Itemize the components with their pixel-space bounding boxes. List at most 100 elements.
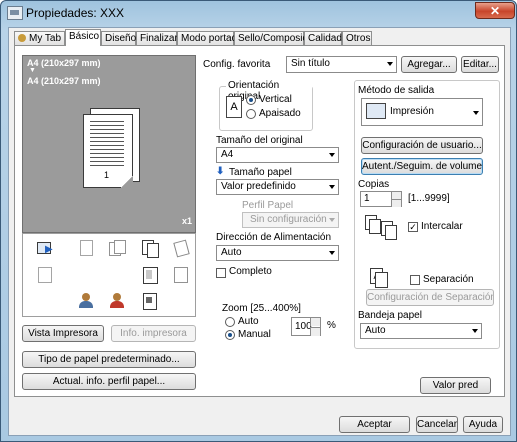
chevron-down-icon bbox=[473, 111, 479, 115]
feed-direction-value: Auto bbox=[221, 247, 242, 258]
combine-icon[interactable] bbox=[142, 267, 158, 284]
spin-down-icon[interactable] bbox=[391, 199, 401, 207]
zoom-label: Zoom [25...400%] bbox=[222, 303, 301, 314]
printer-info-button[interactable]: Info. impresora bbox=[111, 325, 196, 342]
spin-down-icon[interactable] bbox=[310, 327, 320, 336]
paper-size-label: A4 (210x297 mm) bbox=[27, 58, 101, 68]
tab-calidad[interactable]: Calidad bbox=[304, 31, 342, 45]
user-settings-button[interactable]: Configuración de usuario... bbox=[361, 137, 483, 154]
help-button[interactable]: Ayuda bbox=[463, 416, 503, 433]
output-tray-icon[interactable]: ▶ bbox=[37, 240, 53, 256]
spin-up-icon[interactable] bbox=[391, 192, 401, 199]
booklet-icon[interactable] bbox=[142, 240, 159, 258]
printer-app-icon bbox=[7, 6, 23, 20]
user-icon bbox=[18, 34, 26, 42]
paper-tray-label: Bandeja papel bbox=[358, 310, 422, 321]
default-values-button[interactable]: Valor pred bbox=[420, 377, 491, 394]
page-preview-icon: 1 bbox=[83, 114, 133, 188]
tab-label: Otros bbox=[346, 33, 371, 44]
chevron-down-icon bbox=[387, 62, 393, 66]
favorite-value: Sin título bbox=[291, 58, 330, 69]
separation-label: Separación bbox=[423, 274, 474, 285]
paper-profile-value: Sin configuración bbox=[250, 214, 327, 225]
copies-label: Copias bbox=[358, 179, 390, 190]
copies-range: [1...9999] bbox=[408, 193, 450, 204]
separation-settings-button[interactable]: Configuración de Separación... bbox=[366, 289, 494, 306]
chevron-down-icon bbox=[329, 185, 335, 189]
chevron-down-icon bbox=[329, 218, 335, 222]
orientation-group: Orientación original A Vertical Apaisado bbox=[219, 80, 313, 131]
cancel-button[interactable]: Cancelar bbox=[416, 416, 458, 433]
paper-size-select[interactable]: Valor predefinido bbox=[216, 179, 339, 195]
collate-checkbox[interactable]: ✓ bbox=[408, 222, 418, 232]
zoom-auto-radio[interactable] bbox=[225, 317, 235, 327]
account-track-icon[interactable] bbox=[142, 293, 158, 310]
zoom-group: Zoom [25...400%] Auto Manual 100 % bbox=[216, 300, 343, 352]
output-method-select[interactable]: Impresión bbox=[361, 98, 483, 126]
basic-tab-page: A4 (210x297 mm) ▼ A4 (210x297 mm) 1 x1 ▶ bbox=[14, 45, 505, 397]
ok-button[interactable]: Aceptar bbox=[339, 416, 410, 433]
output-method-icon bbox=[366, 103, 386, 120]
paper-size-value: Valor predefinido bbox=[221, 181, 296, 192]
tab-label: Finalizar bbox=[140, 33, 178, 44]
paper-tray-select[interactable]: Auto bbox=[360, 323, 482, 339]
function-icon-panel: ▶ bbox=[22, 233, 196, 317]
tab-sello-composicion[interactable]: Sello/Composición bbox=[234, 31, 321, 45]
tab-basico[interactable]: Básico bbox=[65, 29, 101, 46]
landscape-radio[interactable] bbox=[246, 109, 256, 119]
user-auth-icon[interactable] bbox=[109, 293, 125, 309]
feed-direction-select[interactable]: Auto bbox=[216, 245, 339, 261]
tab-my-tab[interactable]: My Tab bbox=[14, 31, 65, 45]
chevron-down-icon bbox=[472, 329, 478, 333]
layout-icon[interactable] bbox=[37, 267, 53, 283]
add-favorite-button[interactable]: Agregar... bbox=[401, 56, 457, 73]
chevron-down-icon bbox=[329, 251, 335, 255]
dialog-client-area: My Tab Básico Diseño Finalizar Modo port… bbox=[8, 27, 511, 436]
tab-label: Básico bbox=[69, 31, 100, 42]
portrait-radio[interactable] bbox=[246, 95, 256, 105]
shift-image-icon[interactable] bbox=[173, 267, 189, 283]
edit-favorite-button[interactable]: Editar... bbox=[461, 56, 499, 73]
tab-finalizar[interactable]: Finalizar bbox=[136, 31, 178, 45]
original-size-value: A4 bbox=[221, 149, 234, 160]
favorite-select[interactable]: Sin título bbox=[286, 56, 397, 73]
zoom-manual-label: Manual bbox=[238, 329, 271, 340]
copies-value: 1 bbox=[364, 193, 370, 204]
spin-up-icon[interactable] bbox=[310, 318, 320, 326]
separation-icon: A bbox=[370, 268, 390, 288]
tab-diseno[interactable]: Diseño bbox=[101, 31, 136, 45]
page-number: 1 bbox=[104, 170, 110, 180]
chevron-down-icon bbox=[329, 153, 335, 157]
tab-modo-portada[interactable]: Modo portada bbox=[177, 31, 243, 45]
tab-otros[interactable]: Otros bbox=[342, 31, 372, 45]
favorite-label: Config. favorita bbox=[203, 59, 271, 70]
secure-print-icon[interactable] bbox=[78, 293, 94, 309]
authentication-button[interactable]: Autent./Seguim. de volumen... bbox=[361, 158, 483, 175]
arrow-down-icon: ▼ bbox=[29, 67, 36, 74]
separation-checkbox[interactable] bbox=[410, 275, 420, 285]
zoom-unit: % bbox=[327, 320, 336, 331]
printer-view-button[interactable]: Vista Impresora bbox=[22, 325, 104, 342]
landscape-label: Apaisado bbox=[259, 108, 301, 119]
window-title: Propiedades: XXX bbox=[26, 6, 125, 20]
duplex-icon[interactable] bbox=[109, 240, 126, 256]
complete-checkbox[interactable] bbox=[216, 268, 226, 278]
collate-label: Intercalar bbox=[421, 221, 463, 232]
close-button[interactable]: ✕ bbox=[475, 2, 515, 19]
paper-tray-value: Auto bbox=[365, 325, 386, 336]
staple-icon[interactable] bbox=[78, 240, 94, 256]
zoom-spinner[interactable]: 100 bbox=[291, 317, 321, 336]
copies-badge: x1 bbox=[181, 216, 192, 226]
rotate-page-icon[interactable] bbox=[173, 239, 190, 258]
original-size-select[interactable]: A4 bbox=[216, 147, 339, 163]
paper-profile-select[interactable]: Sin configuración bbox=[242, 212, 339, 228]
output-method-label: Método de salida bbox=[358, 85, 435, 96]
complete-label: Completo bbox=[229, 266, 272, 277]
original-size-label: Tamaño del original bbox=[216, 135, 303, 146]
properties-window: Propiedades: XXX ✕ My Tab Básico Diseño … bbox=[0, 0, 517, 442]
update-paper-profile-button[interactable]: Actual. info. perfil papel... bbox=[22, 373, 196, 390]
copies-spinner[interactable]: 1 bbox=[360, 191, 402, 207]
zoom-manual-radio[interactable] bbox=[225, 330, 235, 340]
default-paper-type-button[interactable]: Tipo de papel predeterminado... bbox=[22, 351, 196, 368]
arrow-down-icon: ⬇ bbox=[216, 166, 225, 177]
